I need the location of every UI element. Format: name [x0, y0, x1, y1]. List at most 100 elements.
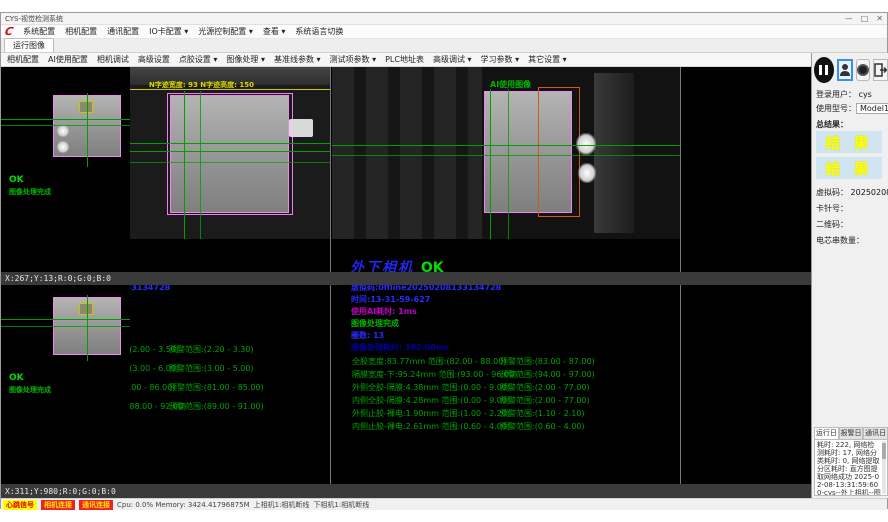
- exit-button[interactable]: [873, 59, 888, 81]
- login-user-value: cys: [859, 90, 872, 99]
- view-camera-inner-top[interactable]: OK 图像处理完成: [1, 67, 130, 272]
- view-camera-inner-bottom[interactable]: OK 图像处理完成: [1, 285, 130, 484]
- side-panel: 登录用户： cys 使用型号：Model1 总结果： 结 果 结 果 虚拟码： …: [811, 53, 888, 498]
- model-row: 使用型号：Model1: [816, 103, 888, 114]
- measure-line-h2: [1, 125, 130, 126]
- measurement-row: 内侧止胶-裸电:2.61mm 范围:(0.60 - 4.00): [352, 421, 510, 432]
- measurement-warn: 预警范围:(1.10 - 2.10): [500, 408, 585, 419]
- toolbar-plc-table[interactable]: PLC地址表: [385, 54, 424, 65]
- virtual-code-row: 虚拟码： 20250208: [816, 187, 888, 198]
- top-camera-status: 上相机1:相机断线: [254, 500, 310, 510]
- toolbar-camera-debug[interactable]: 相机调试: [97, 54, 129, 65]
- pause-icon: [825, 65, 828, 75]
- minimize-icon[interactable]: —: [845, 14, 853, 23]
- menu-item-camera-config[interactable]: 相机配置: [65, 26, 97, 37]
- measure-line-h1: [1, 119, 130, 120]
- user-icon: [839, 63, 851, 77]
- virtual-code-value: 20250208: [851, 188, 888, 197]
- mini-process-done: 图像处理完成: [9, 385, 51, 395]
- toolbar-test-params[interactable]: 测试项参数 ▾: [330, 54, 377, 65]
- process-done-line: 图像处理完成: [351, 318, 399, 329]
- close-icon[interactable]: ✕: [876, 14, 883, 23]
- measurement-warn: 预警范围:(2.00 - 77.00): [500, 395, 590, 406]
- log-text-area[interactable]: 耗时: 222, 网络检测耗时: 17, 网络分类耗时: 0, 网络提取分区耗时…: [814, 439, 888, 496]
- tab-alarm-log[interactable]: 报警日志: [839, 427, 864, 439]
- measurement-row: 外侧止胶-裸电:1.90mm 范围:(1.00 - 2.20): [352, 408, 510, 419]
- log-scrollbar[interactable]: [882, 441, 886, 494]
- camera-connection-badge: 相机连接: [41, 500, 75, 510]
- user-mode-button[interactable]: [837, 59, 853, 81]
- measure-line-v2: [508, 89, 509, 239]
- lock-icon: [857, 64, 869, 76]
- measurement-warn: 预警范围:(89.00 - 91.00): [169, 401, 264, 412]
- tab-strip: 运行图像: [1, 39, 887, 53]
- lock-mode-button[interactable]: [856, 59, 870, 81]
- log-scrollbar-thumb[interactable]: [882, 443, 886, 459]
- menu-item-language[interactable]: 系统语言切换: [295, 26, 343, 37]
- highlight-blob: [578, 163, 596, 183]
- mini-process-done: 图像处理完成: [9, 187, 51, 197]
- comm-connection-badge: 通讯连接: [79, 500, 113, 510]
- measurement-row: 内侧全胶-隔膜:4.28mm 范围:(0.00 - 9.00): [352, 395, 510, 406]
- login-user-label: 登录用户：: [816, 90, 856, 99]
- maximize-icon[interactable]: □: [861, 14, 869, 23]
- toolbar-ai-config[interactable]: AI使用配置: [48, 54, 88, 65]
- cpu-memory-status: Cpu: 0.0% Memory: 3424.41796875M: [117, 501, 250, 509]
- measure-line-v1: [87, 295, 88, 361]
- machine-stripes: [332, 67, 482, 239]
- total-result-label: 总结果：: [816, 119, 848, 130]
- menu-item-view[interactable]: 查看 ▾: [263, 26, 286, 37]
- measurement-warn: 预警范围:(83.00 - 87.00): [500, 356, 595, 367]
- toolbar-image-processing[interactable]: 图像处理 ▾: [226, 54, 265, 65]
- tab-run-image[interactable]: 运行图像: [4, 38, 54, 52]
- title-bar: CYS-视觉检测系统 — □ ✕: [1, 13, 887, 25]
- mini-ok-status: OK: [9, 175, 24, 185]
- time-line: 时间:13-31-59-627: [351, 294, 430, 305]
- model-select[interactable]: Model1: [856, 103, 888, 114]
- toolbar-glue-settings[interactable]: 点胶设置 ▾: [179, 54, 218, 65]
- login-user-row: 登录用户： cys: [816, 89, 872, 100]
- measure-line-v1: [490, 89, 491, 239]
- measure-line-h2: [1, 326, 130, 327]
- measure-line-h1: [332, 145, 680, 146]
- app-window: CYS-视觉检测系统 — □ ✕ C 系统配置 相机配置 通讯配置 IO卡配置 …: [0, 12, 888, 509]
- highlight-blob: [57, 125, 69, 137]
- pin-number-label: 卡针号：: [816, 203, 848, 214]
- measure-line-v1: [87, 93, 88, 167]
- toolbar-advanced-debug[interactable]: 高级调试 ▾: [433, 54, 472, 65]
- pixel-coords-right-bottom: X:311;Y:980;R:0;G:0;B:0: [1, 484, 811, 498]
- roi-rect-orange: [538, 87, 580, 217]
- toolbar-other-settings[interactable]: 其它设置 ▾: [528, 54, 567, 65]
- menu-item-light-config[interactable]: 光源控制配置 ▾: [198, 26, 253, 37]
- measurement-row: 外侧全胶-隔膜:4.38mm 范围:(0.00 - 9.00): [352, 382, 510, 393]
- toolbar-camera-config[interactable]: 相机配置: [7, 54, 39, 65]
- camera-views: N字迹宽度: 93 N字迹高度: 150 外上相机 OK NG次数(1) 虚拟码…: [1, 67, 811, 498]
- heartbeat-status-badge: 心跳信号: [3, 500, 37, 510]
- measurement-row: 隔膜宽度-下:95.24mm 范围:(93.00 - 96.00): [352, 369, 517, 380]
- toolbar-baseline-params[interactable]: 基准线参数 ▾: [274, 54, 321, 65]
- pause-button[interactable]: [814, 57, 834, 83]
- menu-item-system-config[interactable]: 系统配置: [23, 26, 55, 37]
- menu-bar: C 系统配置 相机配置 通讯配置 IO卡配置 ▾ 光源控制配置 ▾ 查看 ▾ 系…: [1, 25, 887, 39]
- measurement-row: 全胶宽度:83.77mm 范围:(82.00 - 88.00): [352, 356, 506, 367]
- battery-cell: [170, 95, 289, 213]
- toolbar-advanced-settings[interactable]: 高级设置: [138, 54, 170, 65]
- qr-code-label: 二维码：: [816, 219, 848, 230]
- bottom-camera-status: 下相机1:相机断线: [313, 500, 369, 510]
- tab-run-log[interactable]: 运行日志: [814, 427, 839, 439]
- measurement-warn: 预警范围:(81.00 - 85.00): [169, 382, 264, 393]
- toolbar-learn-params[interactable]: 学习参数 ▾: [481, 54, 520, 65]
- measure-line-h1: [1, 319, 130, 320]
- menu-item-io-config[interactable]: IO卡配置 ▾: [149, 26, 188, 37]
- result-display-2: 结 果: [816, 157, 882, 179]
- measure-line-h2: [332, 155, 680, 156]
- mini-ok-status: OK: [9, 373, 24, 383]
- measurement-warn: 预警范围:(2.00 - 77.00): [500, 382, 590, 393]
- elapsed-line: 图像处理耗时: 182.00ms: [351, 342, 449, 353]
- measurement-warn: 预警范围:(94.00 - 97.00): [500, 369, 595, 380]
- result-display-1: 结 果: [816, 131, 882, 153]
- tab-comm-log[interactable]: 通讯日志: [863, 427, 888, 439]
- measure-line-v1: [184, 91, 185, 239]
- measurement-warn: 预警范围:(3.00 - 5.00): [169, 363, 254, 374]
- menu-item-comm-config[interactable]: 通讯配置: [107, 26, 139, 37]
